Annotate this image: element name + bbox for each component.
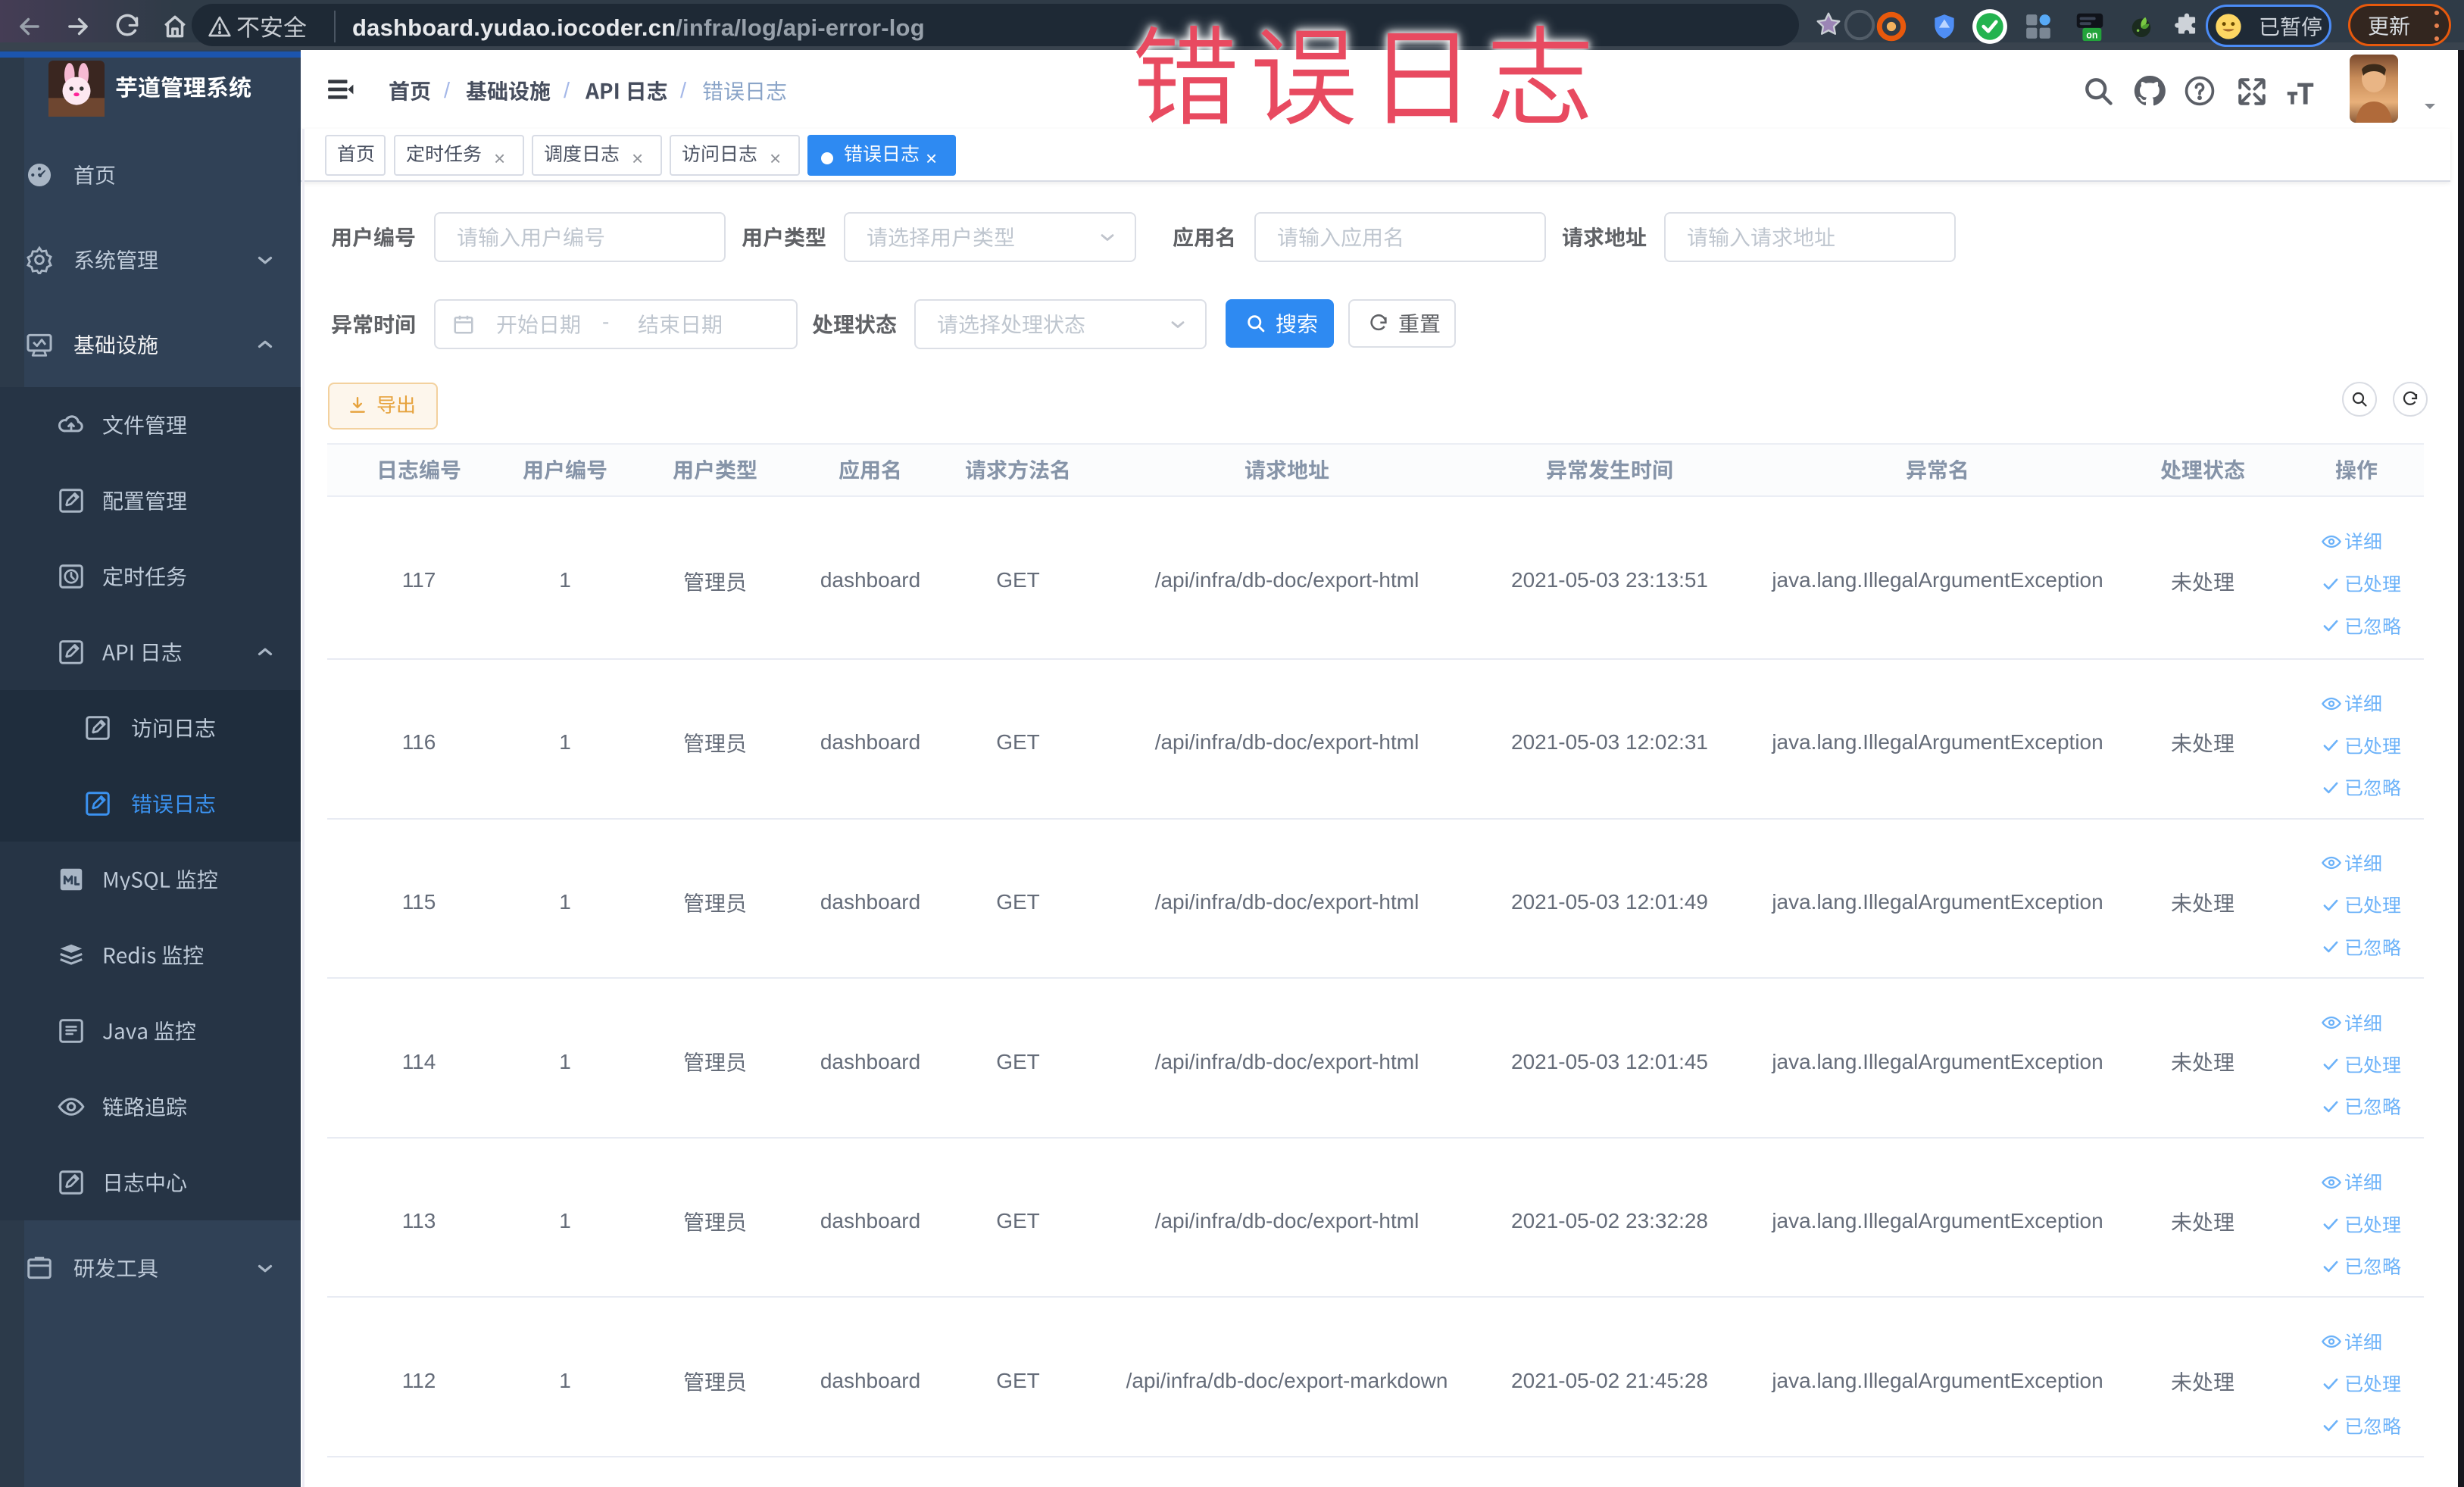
svg-text:on: on — [2086, 30, 2097, 40]
